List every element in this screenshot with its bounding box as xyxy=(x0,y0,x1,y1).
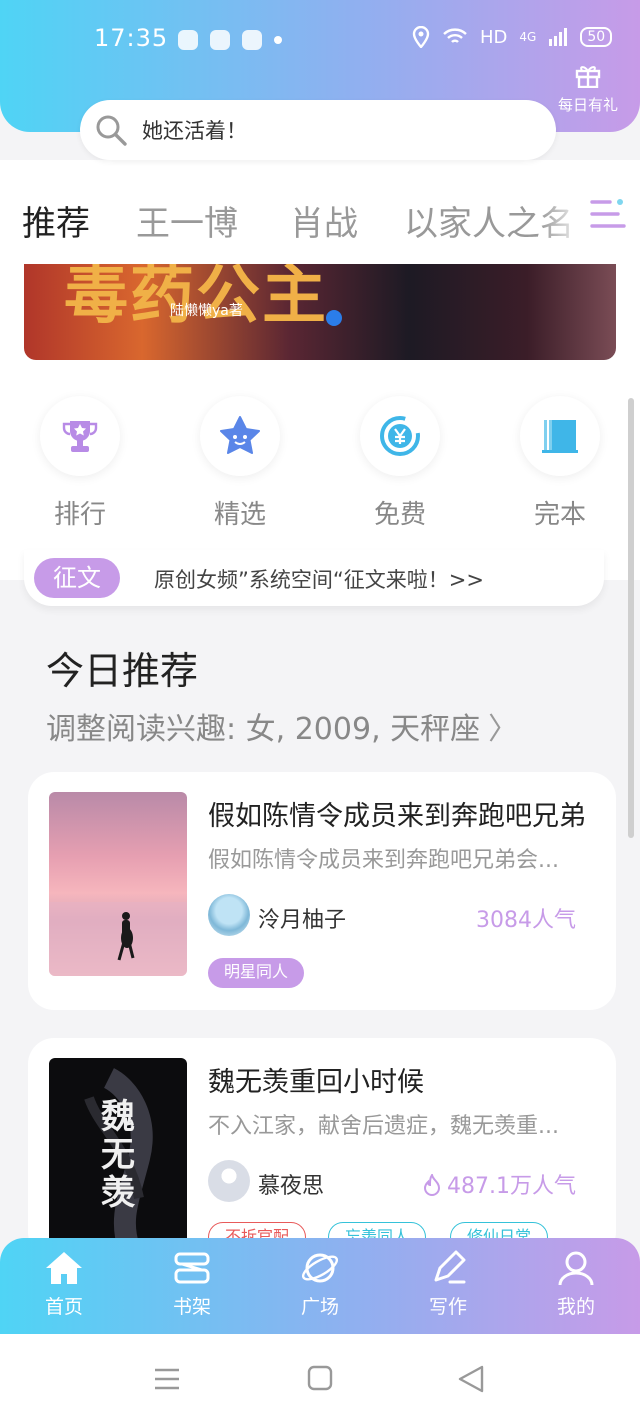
status-app-icons xyxy=(178,30,282,50)
quick-link-free[interactable]: 免费 xyxy=(350,396,450,531)
popularity-value: 487.1万人气 xyxy=(447,1174,576,1199)
announcement-bar[interactable]: 征文 原创女频”系统空间“征文来啦！>> xyxy=(24,550,604,606)
quick-link-label: 精选 xyxy=(213,500,266,530)
announcement-badge: 征文 xyxy=(34,558,120,598)
gift-label: 每日有礼 xyxy=(557,96,618,114)
adjust-interests-link[interactable]: 调整阅读兴趣: 女, 2009, 天秤座〉 xyxy=(46,704,518,748)
author-avatar xyxy=(208,1160,250,1202)
adjust-interests-label: 调整阅读兴趣: 女, 2009, 天秤座 xyxy=(46,712,481,747)
quick-link-label: 免费 xyxy=(373,500,426,530)
signal-icon xyxy=(549,28,568,46)
user-icon xyxy=(558,1251,594,1286)
status-time: 17:35 xyxy=(94,24,169,52)
tab-xiao-zhan[interactable]: 肖战 xyxy=(290,196,358,245)
yen-icon xyxy=(380,416,420,456)
book-cover: 魏无羡 xyxy=(49,1058,187,1258)
flame-icon xyxy=(424,1172,441,1196)
system-navigation-bar xyxy=(0,1334,640,1422)
book-card[interactable]: 魏无羡 魏无羡重回小时候 不入江家，献舍后遗症，魏无羡重... 慕夜思 487.… xyxy=(28,1038,616,1258)
book-description: 不入江家，献舍后遗症，魏无羡重... xyxy=(208,1114,559,1139)
search-bar[interactable]: 她还活着！ xyxy=(80,100,556,160)
section-title: 今日推荐 xyxy=(46,649,199,693)
popularity-count: 487.1万人气 xyxy=(423,1168,576,1200)
nav-label: 首页 xyxy=(44,1296,83,1318)
author-name: 慕夜思 xyxy=(258,1174,325,1199)
location-icon xyxy=(412,26,430,48)
app-notification-icon xyxy=(242,30,262,50)
book-card[interactable]: 假如陈情令成员来到奔跑吧兄弟 假如陈情令成员来到奔跑吧兄弟会... 泠月柚子 3… xyxy=(28,772,616,1010)
nav-home[interactable]: 首页 xyxy=(14,1250,114,1319)
author-avatar xyxy=(208,894,250,936)
pen-icon xyxy=(434,1250,466,1284)
daily-gift-button[interactable]: 每日有礼 xyxy=(552,62,624,115)
book-cover xyxy=(49,792,187,976)
quick-links: 排行 精选 免费 完本 xyxy=(0,396,640,536)
nav-write[interactable]: 写作 xyxy=(398,1250,498,1319)
quick-link-ranking[interactable]: 排行 xyxy=(30,396,130,531)
status-bar: 17:35 HD 4G 50 xyxy=(0,0,640,80)
quick-link-label: 排行 xyxy=(53,500,106,530)
menu-icon[interactable] xyxy=(152,1366,182,1392)
status-indicators: HD 4G 50 xyxy=(412,26,613,48)
trophy-icon xyxy=(62,421,98,452)
cover-title: 魏无羡 xyxy=(101,1097,135,1213)
search-placeholder: 她还活着！ xyxy=(142,119,247,143)
nav-label: 广场 xyxy=(300,1296,339,1318)
nav-label: 我的 xyxy=(556,1296,595,1318)
battery-indicator: 50 xyxy=(580,27,613,47)
popularity-count: 3084人气 xyxy=(476,908,576,933)
announcement-text: 原创女频”系统空间“征文来啦！>> xyxy=(154,568,484,592)
book-tag[interactable]: 明星同人 xyxy=(208,958,305,988)
star-icon xyxy=(220,416,260,454)
home-square-icon[interactable] xyxy=(306,1364,334,1392)
home-icon xyxy=(46,1252,82,1284)
book-icon xyxy=(542,420,578,453)
network-label: HD xyxy=(480,26,508,48)
nav-bookshelf[interactable]: 书架 xyxy=(142,1250,242,1319)
scrollbar[interactable] xyxy=(628,398,634,838)
bottom-navigation: 首页 书架 广场 写作 我的 xyxy=(0,1238,640,1334)
book-description: 假如陈情令成员来到奔跑吧兄弟会... xyxy=(208,848,559,873)
wechat-icon xyxy=(210,30,230,50)
promo-banner[interactable]: 毒药公主 陆懒懒ya著 xyxy=(24,264,616,360)
nav-plaza[interactable]: 广场 xyxy=(270,1250,370,1319)
search-icon xyxy=(96,115,127,146)
banner-author: 陆懒懒ya著 xyxy=(170,303,243,319)
nav-label: 书架 xyxy=(172,1296,211,1318)
signal-type: 4G xyxy=(519,30,537,44)
gift-icon xyxy=(575,66,601,89)
nav-label: 写作 xyxy=(428,1296,467,1318)
more-dot-icon xyxy=(274,36,282,44)
app-notification-icon xyxy=(178,30,198,50)
wifi-icon xyxy=(443,28,467,43)
author-name: 泠月柚子 xyxy=(258,908,347,933)
quick-link-completed[interactable]: 完本 xyxy=(510,396,610,531)
nav-profile[interactable]: 我的 xyxy=(526,1250,626,1319)
book-title: 魏无羡重回小时候 xyxy=(208,1067,424,1098)
tab-recommend[interactable]: 推荐 xyxy=(22,196,90,245)
chevron-right-icon: 〉 xyxy=(488,712,519,747)
quick-link-label: 完本 xyxy=(533,500,586,530)
book-title: 假如陈情令成员来到奔跑吧兄弟 xyxy=(208,801,586,832)
planet-icon xyxy=(301,1253,339,1283)
bookshelf-icon xyxy=(174,1252,210,1284)
banner-page-indicator xyxy=(326,310,342,326)
back-icon[interactable] xyxy=(456,1364,486,1394)
tab-wang-yibo[interactable]: 王一博 xyxy=(136,196,238,245)
quick-link-featured[interactable]: 精选 xyxy=(190,396,290,531)
tab-menu-icon[interactable] xyxy=(588,196,628,232)
